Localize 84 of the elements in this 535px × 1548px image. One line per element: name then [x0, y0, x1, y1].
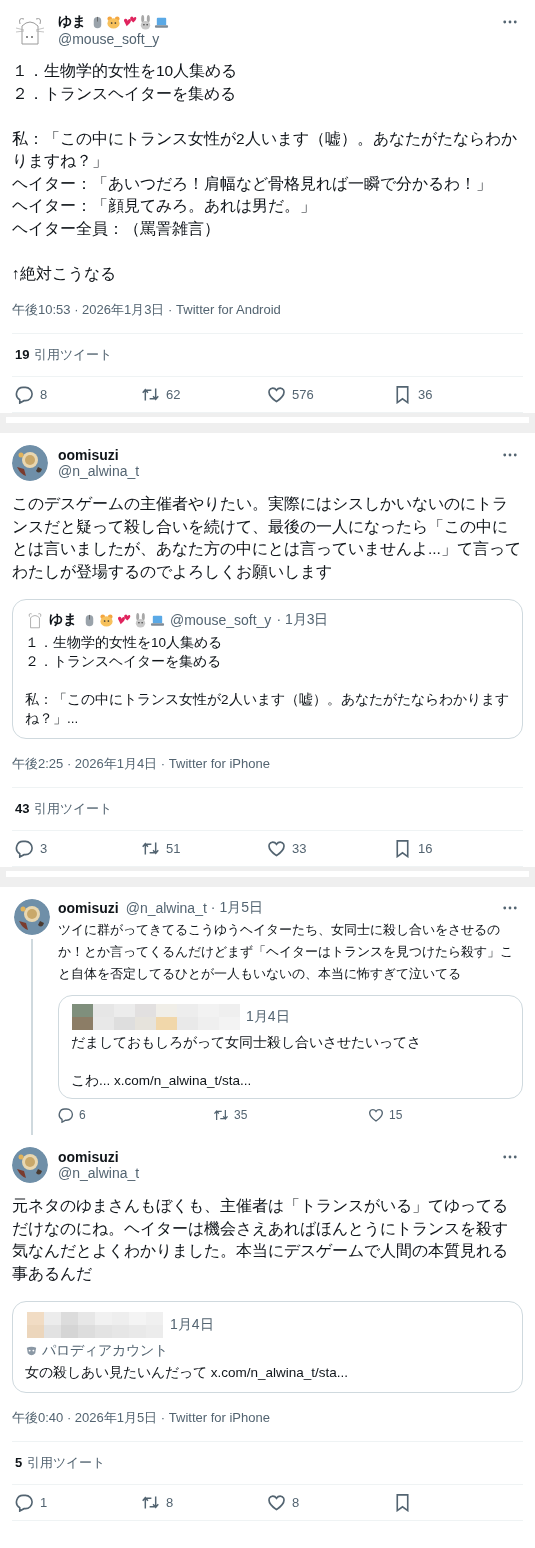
retweet-icon[interactable] — [141, 1493, 160, 1512]
retweet-count: 8 — [166, 1495, 174, 1510]
retweet-count: 35 — [234, 1108, 248, 1122]
tweet-text: １．生物学的女性を10人集める — [12, 61, 239, 81]
retweet-icon[interactable] — [141, 839, 160, 858]
user-name[interactable]: oomisuzi — [58, 1149, 119, 1165]
user-handle[interactable]: @n_alwina_t — [58, 1165, 493, 1181]
tweet-text: ツイに群がってきてるこうゆうヘイターたち、女同士に殺し合いをさせるのか！とか言ってくるんだけどまず「ヘイターはトランスを見つけたら殺す」こと自体を否定してるひとが一人もいないの、本当に怖すぎて泣いてる — [58, 921, 514, 983]
reply-icon[interactable] — [15, 385, 34, 404]
bookmark-icon[interactable] — [393, 839, 412, 858]
quote-date: 1月4日 — [246, 1008, 290, 1026]
reply-icon[interactable] — [58, 1107, 74, 1123]
rabbit-icon — [133, 612, 148, 628]
like-count: 33 — [292, 841, 307, 856]
quote-count[interactable]: 43 — [15, 801, 30, 816]
quote-text: だましておもしろがって女同士殺し合いさせたいってさ — [71, 1034, 422, 1052]
reply-count: 1 — [40, 1495, 48, 1510]
user-handle[interactable]: @mouse_soft_y — [58, 31, 493, 47]
like-count: 576 — [292, 387, 314, 402]
quote-text: 私：「この中にトランス女性が2人います（嘘）。あなたがたならわかりますね？」... — [25, 691, 510, 728]
retweet-icon[interactable] — [213, 1107, 229, 1123]
hamster-icon — [99, 612, 114, 628]
quoted-tweet[interactable]: 1月4日 だましておもしろがって女同士殺し合いさせたいってさ こわ... x.com/n_alwina_t/sta... — [58, 995, 523, 1099]
retweet-icon[interactable] — [141, 385, 160, 404]
quote-text: こわ... x.com/n_alwina_t/sta... — [71, 1072, 253, 1090]
quoted-tweet[interactable]: 1月4日 パロディアカウント 女の殺しあい見たいんだって x.com/n_alwina_t/sta... — [12, 1301, 523, 1393]
heart-icon[interactable] — [267, 385, 286, 404]
tweet-timestamp[interactable]: 午後2:25 · 2026年1月4日 · Twitter for iPhone — [12, 755, 523, 773]
tweet-text: 元ネタのゆまさんもぼくも、主催者は「トランスがいる」てゆってるだけなのにね。ヘイターは機会さえあればほんとうにトランスを殺す気なんだとよくわかりました。本当にデスゲームで人間の本質見れる事あるんだ — [12, 1196, 509, 1284]
user-name[interactable]: oomisuzi — [58, 900, 119, 916]
retweet-count: 62 — [166, 387, 181, 402]
more-icon[interactable] — [503, 20, 517, 24]
quote-tweets-link[interactable]: 引用ツイート — [27, 1454, 106, 1472]
tweet-timestamp[interactable]: 午後0:40 · 2026年1月5日 · Twitter for iPhone — [12, 1409, 523, 1427]
bookmark-count: 36 — [418, 387, 433, 402]
tweet-text: 私：「この中にトランス女性が2人います（嘘）。あなたがたならわかりますね？」 — [12, 128, 518, 171]
retweet-count: 51 — [166, 841, 181, 856]
tweet-text: ２．トランスヘイターを集める — [12, 83, 237, 104]
quote-tweets-link[interactable]: 引用ツイート — [34, 346, 113, 364]
like-count: 15 — [389, 1108, 403, 1122]
quote-date: 1月4日 — [170, 1316, 214, 1334]
user-name: ゆま — [49, 611, 77, 629]
reply-count: 6 — [79, 1108, 86, 1122]
reply-icon[interactable] — [15, 839, 34, 858]
quote-text: ２．トランスヘイターを集める — [25, 653, 222, 671]
tweet-text: ヘイター：「顔見てみろ。あれは男だ。」 — [12, 196, 317, 216]
more-icon[interactable] — [503, 1155, 517, 1159]
avatar[interactable] — [14, 899, 50, 935]
heart-icon[interactable] — [368, 1107, 384, 1123]
tweet-text: ↑絶対こうなる — [12, 263, 117, 284]
hamster-icon — [106, 14, 121, 30]
quote-date: · 1月3日 — [276, 611, 329, 629]
account-label: パロディアカウント — [42, 1342, 168, 1360]
user-handle: @mouse_soft_y — [170, 612, 272, 628]
tweet-text: ヘイター：「あいつだろ！肩幅など骨格見れば一瞬で分かるわ！」 — [12, 173, 493, 194]
tweet-date[interactable]: · 1月5日 — [210, 899, 263, 917]
user-handle[interactable]: @n_alwina_t — [125, 900, 207, 916]
more-icon[interactable] — [503, 906, 517, 910]
quote-text: 女の殺しあい見たいんだって x.com/n_alwina_t/sta... — [25, 1364, 350, 1382]
reply-count: 8 — [40, 387, 48, 402]
more-icon[interactable] — [503, 453, 517, 457]
reply-count: 3 — [40, 841, 48, 856]
like-count: 8 — [292, 1495, 300, 1510]
user-handle[interactable]: @n_alwina_t — [58, 463, 493, 479]
rabbit-icon — [138, 14, 153, 30]
quoted-tweet[interactable]: ゆま @mouse_soft_y · 1月3日 １．生物学的女性を10人集める ２．トランスヘイターを集める 私：「この中にトランス女性が2人います（嘘）。あなたがたならわかりますね？」... — [12, 599, 523, 739]
quote-text: １．生物学的女性を10人集める — [25, 634, 224, 652]
quote-count[interactable]: 5 — [15, 1455, 23, 1470]
heart-icon[interactable] — [267, 1493, 286, 1512]
quote-count[interactable]: 19 — [15, 347, 30, 362]
user-name[interactable]: ゆま — [58, 13, 86, 31]
mask-icon — [25, 1344, 38, 1358]
user-name[interactable]: oomisuzi — [58, 447, 119, 463]
bookmark-icon[interactable] — [393, 1493, 412, 1512]
heart-icon[interactable] — [267, 839, 286, 858]
tweet-timestamp[interactable]: 午後10:53 · 2026年1月3日 · Twitter for Android — [12, 301, 523, 319]
tweet-text: このデスゲームの主催者やりたい。実際にはシスしかいないのにトランスだと疑って殺し合いを続けて、最後の一人になったら「この中にとは言いましたが、あなた方の中にとは言っていませんよ...」て言ってわたしが登場するのでよろしくお願いします — [12, 494, 522, 582]
bookmark-count: 16 — [418, 841, 433, 856]
bookmark-icon[interactable] — [393, 385, 412, 404]
tweet-text: ヘイター全員：（罵詈雑言） — [12, 218, 221, 239]
avatar[interactable] — [12, 445, 48, 481]
quote-tweets-link[interactable]: 引用ツイート — [34, 800, 113, 818]
avatar[interactable] — [12, 1147, 48, 1183]
reply-icon[interactable] — [15, 1493, 34, 1512]
